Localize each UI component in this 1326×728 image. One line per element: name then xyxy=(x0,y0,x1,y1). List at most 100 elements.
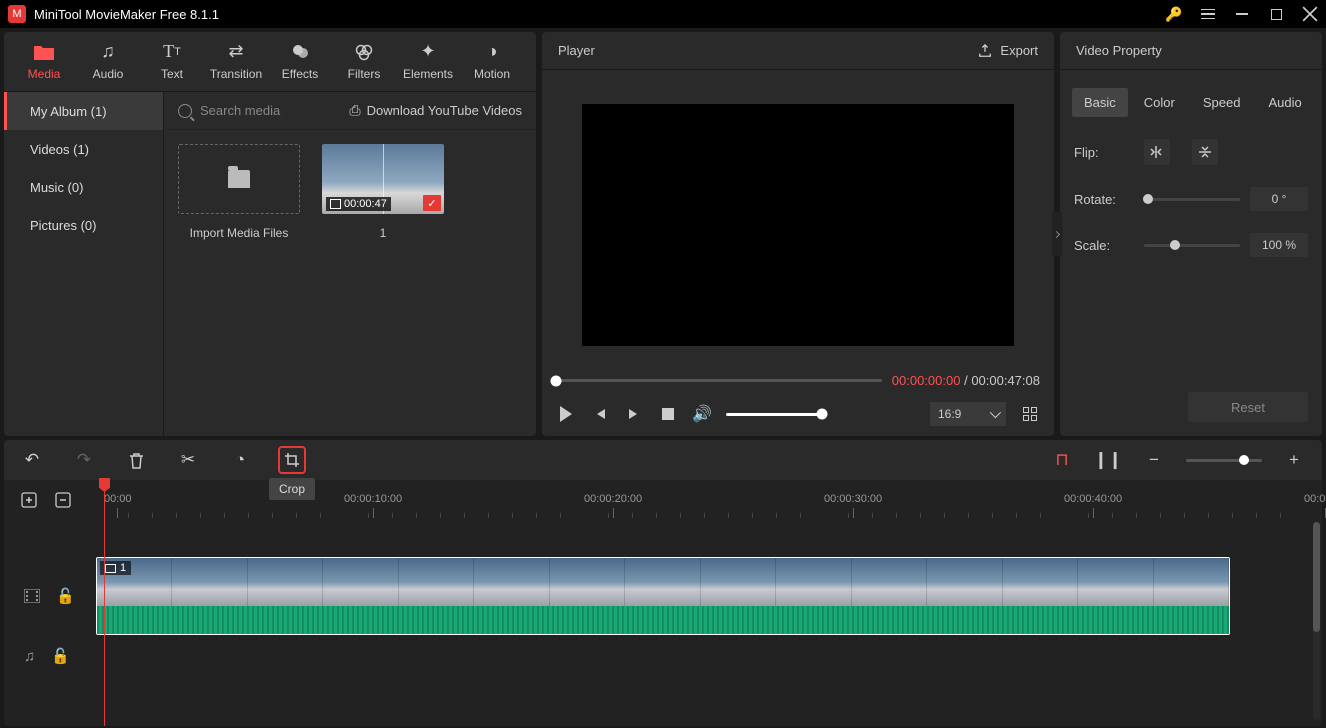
app-title: MiniTool MovieMaker Free 8.1.1 xyxy=(34,7,1166,22)
maximize-button[interactable] xyxy=(1268,6,1284,22)
player-title: Player xyxy=(558,43,978,58)
props-panel: Video Property Basic Color Speed Audio F… xyxy=(1060,32,1322,436)
timeline: 00:0000:00:10:0000:00:20:0000:00:30:0000… xyxy=(4,480,1322,726)
scale-slider[interactable] xyxy=(1144,244,1240,247)
timecode: 00:00:00:00 / 00:00:47:08 xyxy=(892,373,1040,388)
film-icon xyxy=(330,199,341,209)
close-button[interactable] xyxy=(1302,6,1318,22)
sidebar-item-myalbum[interactable]: My Album (1) xyxy=(4,92,163,130)
music-icon: ♫ xyxy=(101,43,115,61)
rotate-slider[interactable] xyxy=(1144,198,1240,201)
audio-track: ♫ 🔓 xyxy=(4,626,1322,686)
prop-tab-speed[interactable]: Speed xyxy=(1191,88,1253,117)
clip-duration: 00:00:47 xyxy=(326,197,391,211)
tab-audio[interactable]: ♫ Audio xyxy=(76,34,140,90)
props-title: Video Property xyxy=(1060,32,1322,70)
crop-tooltip: Crop xyxy=(269,478,315,500)
toolbar-tabs: Media ♫ Audio TT Text ⇄ Transition Effec… xyxy=(4,32,536,92)
seek-slider[interactable] xyxy=(556,379,882,382)
folder-icon xyxy=(34,43,54,61)
timeline-clip-1[interactable]: 1 xyxy=(96,557,1230,635)
aspect-ratio-select[interactable]: 16:9 xyxy=(930,402,1006,426)
lock-icon[interactable]: 🔓 xyxy=(51,647,70,665)
import-media-button[interactable]: Import Media Files xyxy=(178,144,300,240)
download-youtube-link[interactable]: ⎙ Download YouTube Videos xyxy=(349,102,522,119)
speed-button[interactable]: ◔ xyxy=(226,446,254,474)
toggle-button[interactable]: ❙❙ xyxy=(1094,446,1122,474)
flip-vertical-button[interactable] xyxy=(1192,139,1218,165)
tab-transition[interactable]: ⇄ Transition xyxy=(204,34,268,90)
effects-icon xyxy=(291,43,309,61)
key-icon[interactable]: 🔑 xyxy=(1166,6,1182,22)
app-logo-icon: M xyxy=(8,5,26,23)
sparkle-icon: ✦ xyxy=(420,43,435,61)
volume-icon[interactable]: 🔊 xyxy=(692,404,712,424)
play-button[interactable] xyxy=(556,404,576,424)
timeline-ruler[interactable]: 00:0000:00:10:0000:00:20:0000:00:30:0000… xyxy=(4,480,1322,518)
prop-tab-audio[interactable]: Audio xyxy=(1256,88,1313,117)
flip-label: Flip: xyxy=(1074,145,1144,160)
stop-button[interactable] xyxy=(658,404,678,424)
sidebar-item-music[interactable]: Music (0) xyxy=(4,168,163,206)
volume-slider[interactable] xyxy=(726,413,822,416)
redo-button[interactable]: ↷ xyxy=(70,446,98,474)
minimize-button[interactable] xyxy=(1234,6,1250,22)
audio-track-icon: ♫ xyxy=(24,648,35,665)
prop-tabs: Basic Color Speed Audio xyxy=(1060,70,1322,123)
chevron-down-icon xyxy=(990,407,1001,418)
delete-button[interactable] xyxy=(122,446,150,474)
search-icon xyxy=(178,104,192,118)
next-frame-button[interactable] xyxy=(624,404,644,424)
tab-motion[interactable]: ◑ Motion xyxy=(460,34,524,90)
tab-text[interactable]: TT Text xyxy=(140,34,204,90)
export-button[interactable]: Export xyxy=(978,43,1038,58)
undo-button[interactable]: ↶ xyxy=(18,446,46,474)
menu-icon[interactable] xyxy=(1200,6,1216,22)
media-clip-1[interactable]: 00:00:47 ✓ 1 xyxy=(322,144,444,240)
prop-tab-color[interactable]: Color xyxy=(1132,88,1187,117)
playhead[interactable] xyxy=(104,480,105,726)
check-icon: ✓ xyxy=(423,195,441,211)
magnet-button[interactable]: ⊓ xyxy=(1048,446,1076,474)
folder-icon xyxy=(228,170,250,188)
crop-button[interactable]: Crop xyxy=(278,446,306,474)
film-icon xyxy=(105,564,116,573)
text-icon: TT xyxy=(163,43,181,61)
prev-frame-button[interactable] xyxy=(590,404,610,424)
sidebar-item-pictures[interactable]: Pictures (0) xyxy=(4,206,163,244)
media-area: Search media ⎙ Download YouTube Videos I… xyxy=(164,92,536,436)
video-track: 🔓 1 xyxy=(4,566,1322,626)
zoom-slider[interactable] xyxy=(1186,459,1262,462)
collapse-handle[interactable] xyxy=(1052,212,1062,256)
sidebar-item-videos[interactable]: Videos (1) xyxy=(4,130,163,168)
video-track-icon xyxy=(24,589,40,603)
timeline-toolbar: ↶ ↷ ✂ ◔ Crop ⊓ ❙❙ − + xyxy=(4,440,1322,480)
search-input[interactable]: Search media xyxy=(178,103,349,118)
left-panel: Media ♫ Audio TT Text ⇄ Transition Effec… xyxy=(4,32,536,436)
tab-effects[interactable]: Effects xyxy=(268,34,332,90)
timeline-vscrollbar[interactable] xyxy=(1313,522,1320,720)
download-icon: ⎙ xyxy=(349,102,360,119)
tab-elements[interactable]: ✦ Elements xyxy=(396,34,460,90)
lock-icon[interactable]: 🔓 xyxy=(56,587,75,605)
split-button[interactable]: ✂ xyxy=(174,446,202,474)
zoom-in-button[interactable]: + xyxy=(1280,446,1308,474)
reset-button[interactable]: Reset xyxy=(1188,392,1308,422)
filters-icon xyxy=(355,43,373,61)
prop-tab-basic[interactable]: Basic xyxy=(1072,88,1128,117)
tab-filters[interactable]: Filters xyxy=(332,34,396,90)
zoom-out-button[interactable]: − xyxy=(1140,446,1168,474)
rotate-value[interactable]: 0 ° xyxy=(1250,187,1308,211)
player-panel: Player Export 00:00:00:00 / 00:00:47:08 … xyxy=(542,32,1054,436)
export-icon xyxy=(978,44,992,58)
flip-horizontal-button[interactable] xyxy=(1144,139,1170,165)
tab-media[interactable]: Media xyxy=(12,34,76,90)
album-sidebar: My Album (1) Videos (1) Music (0) Pictur… xyxy=(4,92,164,436)
motion-icon: ◑ xyxy=(487,43,498,61)
fullscreen-button[interactable] xyxy=(1020,404,1040,424)
rotate-label: Rotate: xyxy=(1074,192,1144,207)
scale-value[interactable]: 100 % xyxy=(1250,233,1308,257)
video-preview[interactable] xyxy=(582,104,1014,346)
remove-track-button[interactable] xyxy=(52,490,74,510)
add-track-button[interactable] xyxy=(18,490,40,510)
